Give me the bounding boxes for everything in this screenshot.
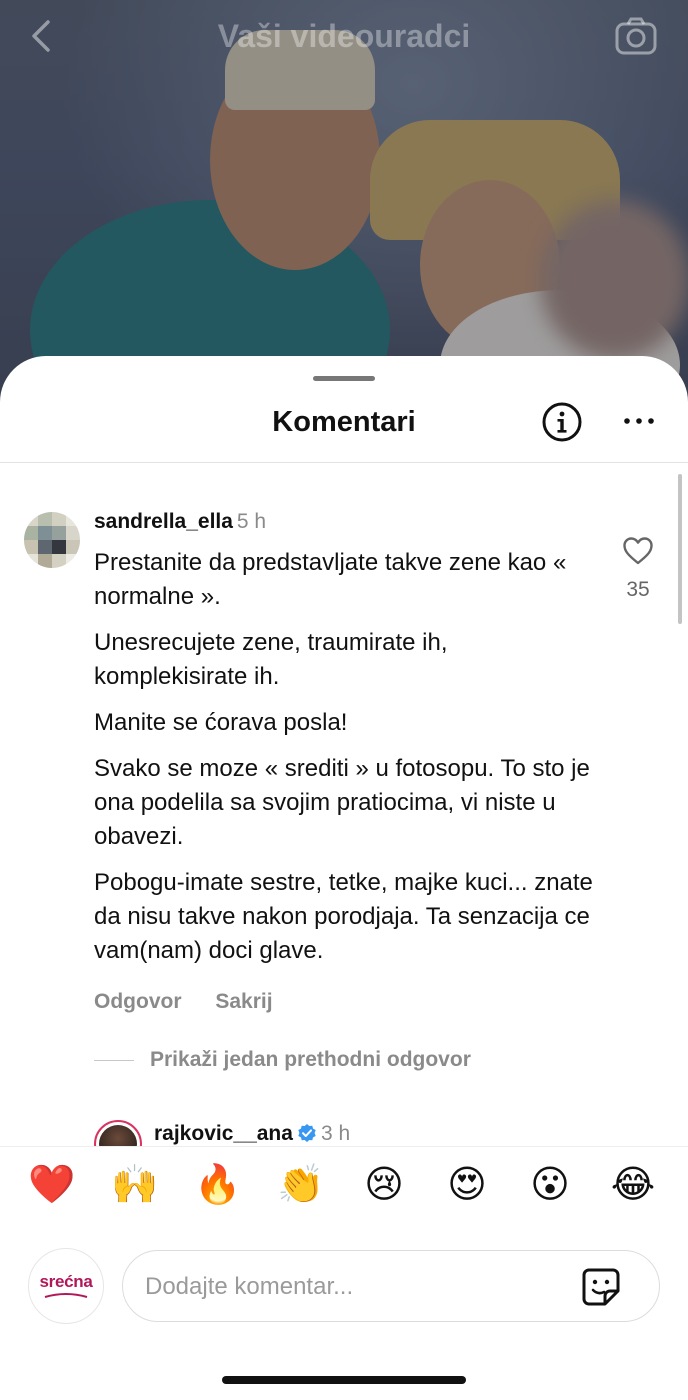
sheet-header: Komentari (0, 396, 688, 466)
comment-time: 5 h (236, 510, 267, 533)
verified-badge-icon (298, 1124, 316, 1142)
sticker-icon[interactable] (581, 1267, 621, 1307)
sheet-grabber[interactable] (313, 376, 375, 381)
info-icon[interactable] (540, 400, 584, 444)
emoji-fire[interactable]: 🔥 (194, 1161, 242, 1209)
comment-text: Prestanite da predstavljate takve zene k… (94, 546, 604, 980)
more-icon[interactable] (622, 414, 656, 428)
emoji-raised-hands[interactable]: 🙌 (111, 1161, 159, 1209)
heart-icon[interactable] (622, 536, 654, 566)
comment-header: sandrella_ella 5 h (94, 510, 266, 534)
comment-paragraph: Unesrecujete zene, traumirate ih, komple… (94, 629, 448, 690)
avatar[interactable] (24, 512, 80, 568)
comment-paragraph: Svako se moze « srediti » u fotosopu. To… (94, 755, 590, 850)
emoji-crying[interactable]: 😢 (360, 1161, 408, 1209)
emoji-heart[interactable]: ❤️ (28, 1161, 76, 1209)
comments-sheet: Komentari sandrella_ella 5 h Prestanite d… (0, 356, 688, 1400)
reply-username[interactable]: rajkovic__ana (154, 1122, 293, 1145)
scrollbar[interactable] (678, 474, 682, 624)
comment-paragraph: Prestanite da predstavljate takve zene k… (94, 549, 567, 610)
hide-button[interactable]: Sakrij (215, 990, 272, 1013)
brand-logo-text: srećna (39, 1272, 93, 1291)
comment-actions: Odgovor Sakrij (94, 990, 301, 1014)
emoji-bar: ❤️ 🙌 🔥 👏 😢 😍 😮 😂 (0, 1146, 688, 1226)
comment-paragraph: Manite se ćorava posla! (94, 709, 348, 736)
home-indicator[interactable] (222, 1376, 466, 1384)
comment-paragraph: Pobogu-imate sestre, tetke, majke kuci..… (94, 869, 593, 964)
emoji-clap[interactable]: 👏 (277, 1161, 325, 1209)
emoji-surprised[interactable]: 😮 (526, 1161, 574, 1209)
top-nav: Vaši videouradci (0, 0, 688, 72)
comment-username[interactable]: sandrella_ella (94, 510, 233, 533)
emoji-heart-eyes[interactable]: 😍 (443, 1161, 491, 1209)
reply-time: 3 h (320, 1122, 351, 1145)
emoji-laughing[interactable]: 😂 (609, 1161, 657, 1209)
camera-icon[interactable] (614, 16, 658, 56)
divider (94, 1059, 134, 1061)
comment-input[interactable]: Dodajte komentar... (122, 1250, 660, 1322)
reply-header: rajkovic__ana 3 h (154, 1122, 350, 1146)
reply-button[interactable]: Odgovor (94, 990, 182, 1013)
header-divider (0, 462, 688, 463)
user-avatar[interactable]: srećna (28, 1248, 104, 1324)
brand-swoosh-icon (44, 1293, 88, 1298)
comment-composer: srećna Dodajte komentar... (0, 1246, 688, 1326)
show-replies-label: Prikaži jedan prethodni odgovor (150, 1048, 471, 1071)
comment-input-placeholder: Dodajte komentar... (145, 1273, 354, 1300)
like-count: 35 (626, 578, 650, 601)
nav-title: Vaši videouradci (217, 18, 471, 54)
sheet-title: Komentari (272, 406, 416, 438)
show-replies-button[interactable]: Prikaži jedan prethodni odgovor (94, 1048, 471, 1072)
